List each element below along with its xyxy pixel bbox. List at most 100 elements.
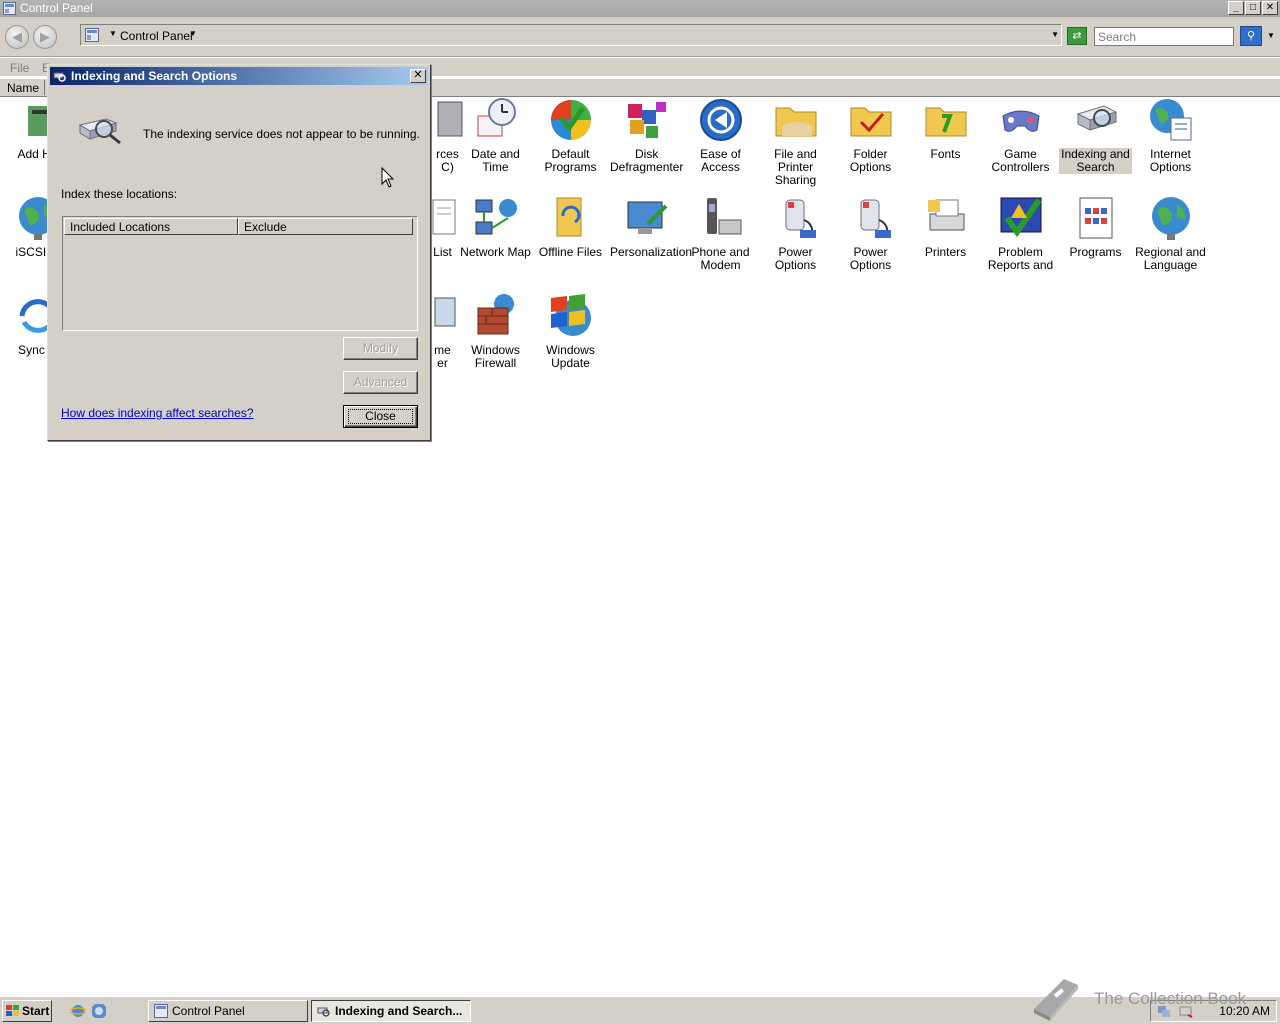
control-panel-item[interactable]: Printers (908, 194, 983, 259)
control-panel-item[interactable]: Ease of Access (683, 96, 758, 174)
book-icon (1034, 979, 1078, 1021)
internet-options-icon (1147, 96, 1195, 144)
windows-update-icon (547, 292, 595, 340)
index-locations-label: Index these locations: (61, 187, 178, 201)
address-path[interactable]: Control Panel (120, 29, 193, 43)
server-manager-icon[interactable] (91, 1003, 107, 1019)
help-link[interactable]: How does indexing affect searches? (61, 406, 254, 420)
firewall-icon (472, 292, 520, 340)
back-button[interactable]: ◀ (5, 25, 29, 49)
address-bar[interactable]: ▼ Control Panel ▼ ▼ (80, 24, 1062, 46)
modify-button[interactable]: Modify (343, 337, 418, 360)
refresh-icon: ⇄ (1072, 30, 1082, 42)
item-label: Power Options (774, 245, 817, 272)
control-panel-icon (85, 28, 99, 42)
programs-icon (1072, 194, 1120, 242)
windows-logo-icon (6, 1005, 19, 1016)
control-panel-item[interactable]: Personalization (608, 194, 692, 259)
mouse-cursor-icon (381, 167, 395, 188)
control-panel-item[interactable]: Problem Reports and (983, 194, 1058, 272)
watermark-text: The Collection Book (1094, 989, 1247, 1008)
forward-button[interactable]: ▶ (33, 25, 57, 49)
locations-list[interactable]: Included Locations Exclude (62, 216, 418, 331)
control-panel-item[interactable]: Date and Time (458, 96, 533, 174)
clock-icon (472, 96, 520, 144)
internet-explorer-icon[interactable] (70, 1003, 86, 1019)
control-panel-item[interactable]: Disk Defragmenter (608, 96, 683, 174)
task-control-panel[interactable]: Control Panel (148, 1000, 308, 1022)
item-label: Problem Reports and (987, 245, 1054, 272)
search-button[interactable]: ⚲ (1240, 26, 1262, 46)
close-dialog-button[interactable]: Close (343, 405, 418, 428)
dialog-titlebar[interactable]: Indexing and Search Options ✕ (50, 67, 428, 85)
item-label: Fonts (930, 147, 961, 161)
list-header: Included Locations Exclude (64, 218, 416, 235)
task-indexing[interactable]: Indexing and Search... (311, 1000, 471, 1022)
default-programs-icon (547, 96, 595, 144)
personalization-icon (622, 194, 670, 242)
maximize-button[interactable]: □ (1245, 1, 1261, 15)
item-label: File and Printer Sharing (774, 147, 817, 187)
item-label: rces C) (436, 147, 459, 174)
search-options-icon[interactable]: ▼ (1267, 31, 1275, 40)
indexing-icon (317, 1007, 330, 1017)
column-name[interactable]: Name (7, 81, 39, 95)
control-panel-item[interactable]: Folder Options (833, 96, 908, 174)
item-label: Phone and Modem (691, 245, 750, 272)
gamepad-icon (997, 96, 1045, 144)
control-panel-item[interactable]: Power Options (758, 194, 833, 272)
control-panel-item[interactable]: Windows Firewall (458, 292, 533, 370)
control-panel-item[interactable]: Indexing and Search (1058, 96, 1133, 174)
close-button[interactable]: ✕ (1262, 1, 1278, 15)
dialog-close-icon[interactable]: ✕ (410, 69, 426, 83)
control-panel-icon (154, 1004, 168, 1018)
control-panel-item[interactable]: Programs (1058, 194, 1133, 259)
column-exclude[interactable]: Exclude (238, 218, 413, 235)
control-panel-item[interactable]: Phone and Modem (683, 194, 758, 272)
item-label: Indexing and Search (1059, 147, 1132, 174)
forward-arrow-icon: ▶ (40, 29, 50, 44)
item-label: Ease of Access (700, 147, 741, 174)
item-label: Internet Options (1149, 147, 1192, 174)
item-label: Date and Time (471, 147, 520, 174)
search-input[interactable]: Search (1094, 27, 1234, 46)
chevron-down-icon[interactable]: ▼ (109, 29, 117, 38)
offline-files-icon (547, 194, 595, 242)
control-panel-item[interactable]: Network Map (458, 194, 533, 259)
control-panel-item[interactable]: Offline Files (533, 194, 608, 259)
window-titlebar[interactable]: Control Panel _ □ ✕ (0, 0, 1280, 17)
control-panel-item[interactable]: Game Controllers (983, 96, 1058, 174)
control-panel-item[interactable]: Default Programs (533, 96, 608, 174)
column-included-locations[interactable]: Included Locations (64, 218, 238, 235)
dialog-message: The indexing service does not appear to … (143, 127, 420, 141)
item-label: Windows Update (546, 343, 595, 370)
control-panel-item[interactable]: Windows Update (533, 292, 608, 370)
refresh-button[interactable]: ⇄ (1067, 27, 1087, 45)
indexing-magnifier-icon (78, 118, 121, 145)
task-label: Indexing and Search... (335, 1004, 463, 1018)
power-icon (847, 194, 895, 242)
indexing-dialog: Indexing and Search Options ✕ The indexi… (47, 64, 431, 441)
item-label: Offline Files (538, 245, 603, 259)
network-map-icon (472, 194, 520, 242)
defrag-icon (622, 96, 670, 144)
control-panel-item[interactable]: Internet Options (1133, 96, 1208, 174)
control-panel-item[interactable]: Power Options (833, 194, 908, 272)
minimize-button[interactable]: _ (1228, 1, 1244, 15)
indexing-icon (53, 72, 66, 82)
address-dropdown-icon[interactable]: ▼ (1051, 30, 1059, 39)
indexing-icon (1072, 96, 1120, 144)
menu-file[interactable]: File (10, 61, 29, 75)
problem-reports-icon (997, 194, 1045, 242)
start-button[interactable]: Start (2, 1000, 52, 1022)
control-panel-item[interactable]: Fonts (908, 96, 983, 161)
task-label: Control Panel (172, 1004, 245, 1018)
item-label: Default Programs (544, 147, 597, 174)
chevron-down-icon[interactable]: ▼ (189, 29, 197, 38)
control-panel-item[interactable]: Regional and Language (1133, 194, 1208, 272)
advanced-button[interactable]: Advanced (343, 371, 418, 394)
column-separator[interactable] (44, 80, 45, 95)
item-label: Game Controllers (991, 147, 1050, 174)
globe-icon (1147, 194, 1195, 242)
control-panel-item[interactable]: File and Printer Sharing (758, 96, 833, 187)
